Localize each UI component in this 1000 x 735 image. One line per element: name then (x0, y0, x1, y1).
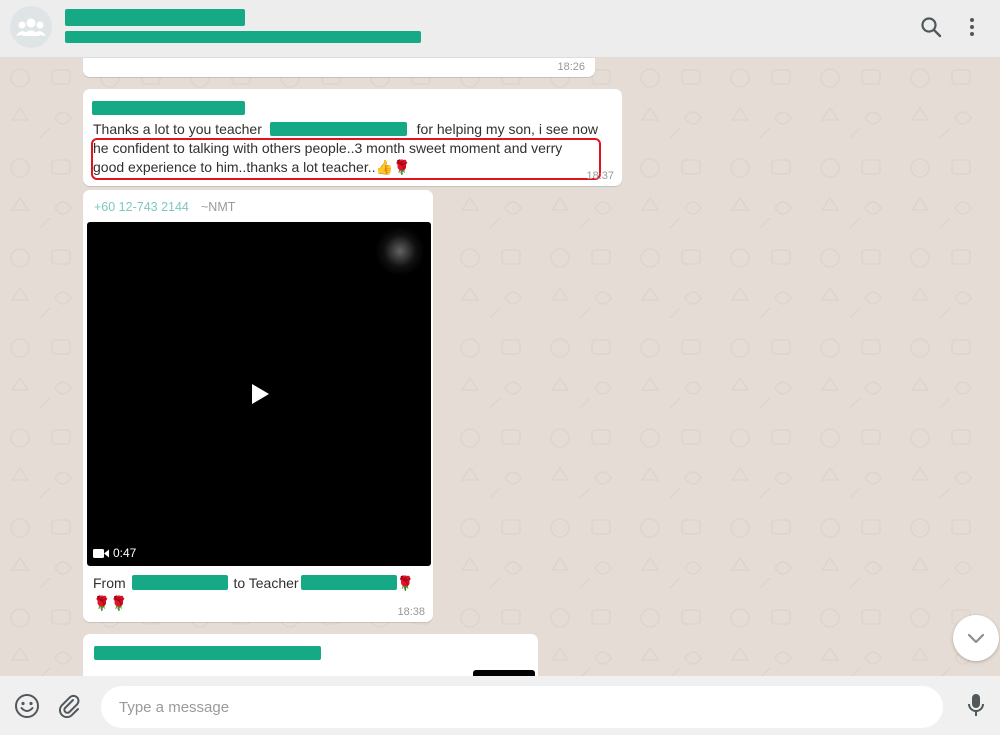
message-bubble[interactable] (83, 634, 538, 676)
group-avatar[interactable] (10, 6, 52, 48)
group-name-redacted[interactable] (65, 9, 245, 26)
smiley-icon (15, 694, 39, 718)
video-thumbnail[interactable]: 0:47 (87, 222, 431, 566)
message-timestamp: 18:37 (586, 170, 614, 182)
emoji-button[interactable] (13, 692, 41, 720)
sender-name-redacted (94, 646, 321, 660)
video-glow (375, 226, 425, 276)
chat-header (0, 0, 1000, 58)
rose-emoji: 🌹🌹 (93, 596, 128, 612)
composer-bar (0, 676, 1000, 735)
message-list[interactable]: 18:26 Thanks a lot to you teacher for he… (0, 58, 1000, 676)
message-timestamp: 18:38 (397, 606, 425, 618)
video-duration-text: 0:47 (113, 546, 137, 560)
video-caption: From to Teacher 🌹 (93, 574, 414, 594)
message-bubble[interactable]: 18:26 (83, 58, 595, 77)
video-caption-line2: 🌹🌹 (93, 594, 128, 614)
group-participants-redacted (65, 31, 421, 43)
caption-text-part: From (93, 575, 126, 591)
search-button[interactable] (918, 14, 944, 40)
video-duration: 0:47 (93, 546, 136, 560)
scroll-to-bottom-button[interactable] (953, 615, 999, 661)
chevron-down-icon (967, 633, 985, 643)
highlight-annotation-box (91, 138, 601, 180)
student-name-redacted (131, 575, 228, 590)
message-text-part: Thanks a lot to you teacher (93, 121, 262, 137)
video-camera-icon (93, 548, 109, 558)
video-message-bubble[interactable]: +60 12-743 2144 ~NMT 0:47 From to Teache… (83, 190, 433, 622)
group-icon (16, 18, 46, 36)
microphone-icon (968, 694, 984, 716)
menu-button[interactable] (959, 14, 985, 40)
message-text: Thanks a lot to you teacher for helping … (93, 120, 618, 139)
sender-push-name: ~NMT (201, 200, 236, 214)
rose-emoji: 🌹 (396, 576, 415, 592)
search-icon (921, 17, 942, 38)
message-timestamp: 18:26 (557, 61, 585, 73)
paperclip-icon (59, 694, 80, 718)
kebab-menu-icon (970, 18, 974, 36)
teacher-name-redacted (269, 122, 407, 136)
play-icon[interactable] (250, 383, 270, 405)
sender-name-redacted (92, 101, 245, 115)
message-bubble[interactable]: Thanks a lot to you teacher for helping … (83, 89, 622, 186)
teacher-name-redacted (300, 575, 397, 590)
message-text-part: for helping my son, i see now (416, 121, 598, 137)
sender-phone[interactable]: +60 12-743 2144 (94, 200, 189, 214)
voice-message-button[interactable] (962, 692, 990, 720)
caption-text-part: to Teacher (233, 575, 299, 591)
attach-button[interactable] (55, 692, 83, 720)
message-input[interactable] (101, 686, 943, 728)
